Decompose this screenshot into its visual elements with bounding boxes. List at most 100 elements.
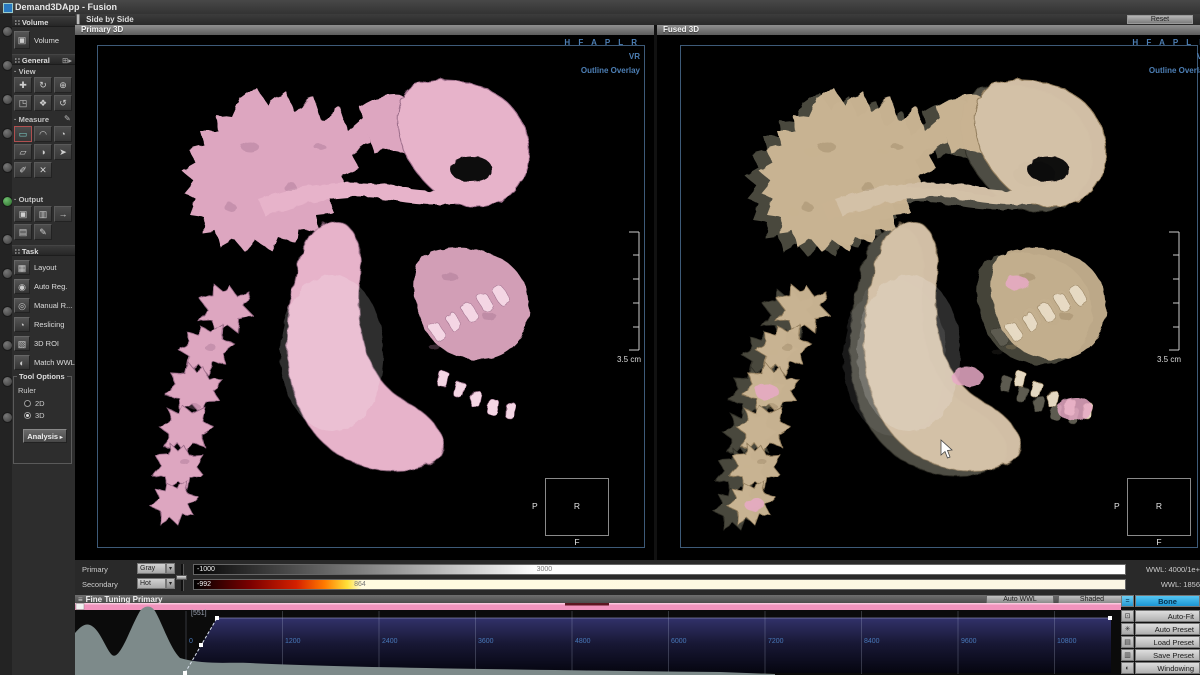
- view-subheader: · View: [14, 67, 36, 76]
- auto-fit-button[interactable]: Auto-Fit: [1135, 610, 1200, 622]
- secondary-colormap-dropdown-icon[interactable]: ▾: [166, 578, 175, 589]
- ramp-handle[interactable]: [215, 616, 219, 620]
- opacity-blend-slider[interactable]: [176, 564, 187, 591]
- svg-text:2400: 2400: [382, 638, 398, 645]
- roi-icon: ▧: [14, 336, 30, 351]
- general-section-header[interactable]: ∷ General ⊞▸: [12, 54, 75, 65]
- fused-3d-title[interactable]: Fused 3D: [657, 25, 1200, 35]
- section-expand-icon[interactable]: ⊞▸: [62, 55, 72, 66]
- svg-text:3600: 3600: [478, 638, 494, 645]
- view-rotate-tool[interactable]: ↻: [34, 77, 52, 93]
- save-preset-icon[interactable]: ▥: [1121, 649, 1134, 661]
- view-pan-tool[interactable]: ❖: [34, 95, 52, 111]
- section-collapse-icon: ∷: [15, 247, 22, 256]
- primary-3d-rendering[interactable]: [90, 47, 650, 547]
- fused-3d-viewport[interactable]: H F A P L R VR Outline Overlay 3.5 cm R …: [657, 35, 1200, 560]
- analysis-button[interactable]: Analysis ▸: [23, 429, 67, 443]
- volume-button[interactable]: ▣ Volume: [14, 31, 73, 51]
- orientation-cube[interactable]: R P F: [1127, 478, 1191, 536]
- active-preset-button[interactable]: Bone: [1135, 595, 1200, 607]
- preset-menu-icon[interactable]: =: [1121, 595, 1134, 607]
- svg-text:9600: 9600: [961, 638, 977, 645]
- reslicing-icon: ◔: [14, 317, 30, 332]
- svg-text:10800: 10800: [1057, 638, 1077, 645]
- fused-3d-rendering[interactable]: [667, 47, 1200, 547]
- task-item-auto-reg[interactable]: ◉Auto Reg.: [14, 279, 73, 296]
- layout-icon: ▦: [14, 260, 30, 275]
- secondary-colormap-select[interactable]: Hot: [137, 578, 166, 589]
- tool-options-header: Tool Options: [17, 372, 67, 381]
- view-orbit-tool[interactable]: ◳: [14, 95, 32, 111]
- svg-text:1200: 1200: [285, 638, 301, 645]
- primary-colormap-bar[interactable]: -1000 3000: [193, 564, 1126, 575]
- window-region[interactable]: [185, 618, 1111, 673]
- sidebar: ∷ Volume ▣ Volume ∷ General ⊞▸ · View ✚ …: [12, 14, 76, 675]
- view-reset-tool[interactable]: ↺: [54, 95, 72, 111]
- auto-fit-icon[interactable]: ⊡: [1121, 610, 1134, 622]
- volume-section-header[interactable]: ∷ Volume: [12, 16, 75, 27]
- view-zoom-tool[interactable]: ⊕: [54, 77, 72, 93]
- task-item-layout[interactable]: ▦Layout: [14, 260, 73, 277]
- measure-edit-icon[interactable]: ✎: [64, 114, 71, 123]
- ramp-handle[interactable]: [183, 671, 187, 675]
- task-item-match-wwl[interactable]: ◐Match WWL: [14, 355, 73, 372]
- ramp-handle[interactable]: [1108, 616, 1112, 620]
- primary-colormap-dropdown-icon[interactable]: ▾: [166, 563, 175, 574]
- primary-3d-title[interactable]: Primary 3D: [75, 25, 654, 35]
- view-move-tool[interactable]: ✚: [14, 77, 32, 93]
- save-preset-button[interactable]: Save Preset: [1135, 649, 1200, 661]
- ramp-handle[interactable]: [199, 643, 203, 647]
- ruler-options-label: Ruler: [18, 386, 36, 395]
- primary-3d-viewport[interactable]: H F A P L R VR Outline Overlay 3.5 cm R …: [75, 35, 654, 560]
- load-preset-icon[interactable]: ▤: [1121, 636, 1134, 648]
- auto-preset-button[interactable]: Auto Preset: [1135, 623, 1200, 635]
- output-capture-tool[interactable]: ▣: [14, 206, 32, 222]
- primary-colormap-select[interactable]: Gray: [137, 563, 166, 574]
- windowing-icon[interactable]: ◐: [1121, 662, 1134, 674]
- transfer-function-panel: Primary Gray ▾ -1000 3000 Secondary Hot …: [75, 560, 1200, 595]
- ruler-3d-radio[interactable]: [24, 412, 31, 419]
- measure-area-tool[interactable]: ▱: [14, 144, 32, 160]
- output-subheader: · Output: [14, 195, 43, 204]
- auto-reg-icon: ◉: [14, 279, 30, 294]
- measure-ruler-tool[interactable]: ▭: [14, 126, 32, 142]
- output-report-tool[interactable]: ✎: [34, 224, 52, 240]
- task-item-3d-roi[interactable]: ▧3D ROI: [14, 336, 73, 353]
- svg-text:8400: 8400: [864, 638, 880, 645]
- output-export-tool[interactable]: →: [54, 206, 72, 222]
- range-bar-handle[interactable]: [76, 604, 84, 610]
- output-save-tool[interactable]: ▤: [14, 224, 32, 240]
- ruler-scale-label: 3.5 cm: [1157, 355, 1181, 364]
- tool-options-panel: Tool Options Ruler 2D 3D Analysis ▸: [13, 376, 72, 464]
- output-copy-tool[interactable]: ▥: [34, 206, 52, 222]
- scale-ruler: [1167, 230, 1183, 352]
- manual-reg-icon: ◎: [14, 298, 30, 313]
- overlay-mode-label: Outline Overlay: [1149, 66, 1200, 75]
- svg-text:6000: 6000: [671, 638, 687, 645]
- primary-wwl-readout: WWL: 4000/1e+: [1146, 565, 1200, 574]
- measure-delete-tool[interactable]: ✕: [34, 162, 52, 178]
- measure-arrow-tool[interactable]: ➤: [54, 144, 72, 160]
- task-section-header[interactable]: ∷ Task: [12, 245, 75, 256]
- secondary-colormap-bar[interactable]: -992 864: [193, 579, 1126, 590]
- auto-preset-icon[interactable]: ✳: [1121, 623, 1134, 635]
- overlay-mode-label: Outline Overlay: [581, 66, 640, 75]
- measure-angle-tool[interactable]: ◔: [54, 126, 72, 142]
- section-collapse-icon: ∷: [15, 56, 22, 65]
- slider-handle[interactable]: [176, 575, 187, 580]
- load-preset-button[interactable]: Load Preset: [1135, 636, 1200, 648]
- ruler-2d-radio[interactable]: [24, 400, 31, 407]
- windowing-button[interactable]: Windowing: [1135, 662, 1200, 674]
- measure-curve-tool[interactable]: ◠: [34, 126, 52, 142]
- windowing-histogram[interactable]: [551] 0 1200 2400 3600 4800 6000 7200 84…: [75, 603, 1121, 675]
- measure-annotate-tool[interactable]: ✐: [14, 162, 32, 178]
- title-bar: Demand3DApp - Fusion: [0, 0, 1200, 14]
- measure-subheader: · Measure: [14, 115, 49, 124]
- reset-button[interactable]: Reset: [1127, 15, 1193, 24]
- app-title: Demand3DApp - Fusion: [15, 0, 117, 14]
- measure-volume-tool[interactable]: ◑: [34, 144, 52, 160]
- task-item-reslicing[interactable]: ◔Reslicing: [14, 317, 73, 334]
- orientation-cube[interactable]: R P F: [545, 478, 609, 536]
- volume-icon: ▣: [14, 31, 30, 49]
- task-item-manual-reg[interactable]: ◎Manual R...: [14, 298, 73, 315]
